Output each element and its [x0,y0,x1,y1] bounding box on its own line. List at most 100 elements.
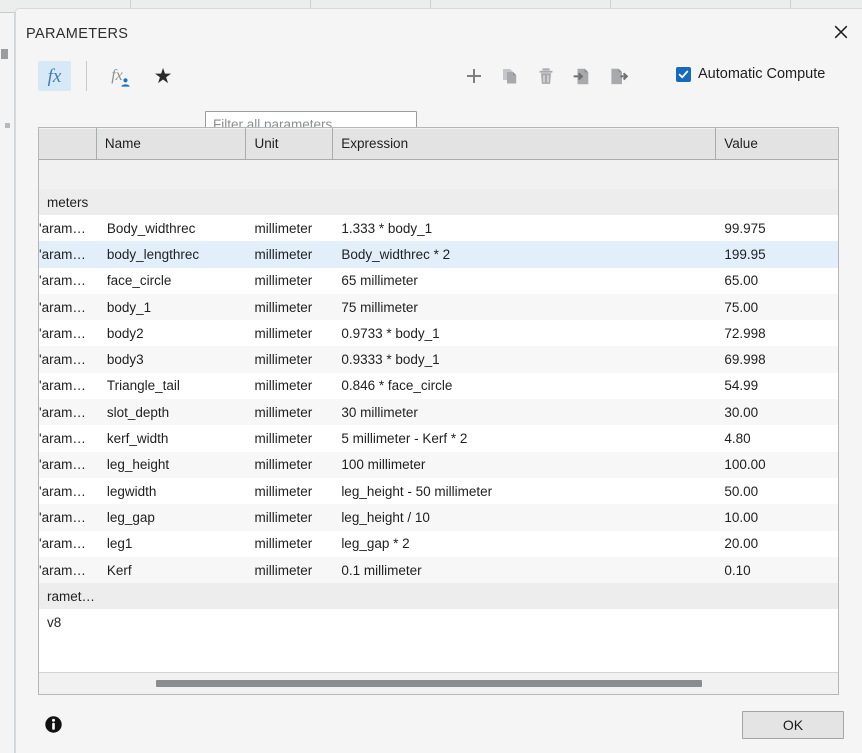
automatic-compute-label: Automatic Compute [698,66,826,82]
row-handle[interactable]: 'aram… [39,241,97,267]
column-header-name[interactable]: Name [96,128,247,159]
cell-unit: millimeter [254,562,313,578]
table-row[interactable]: 'aram… leg_height millimeter 100 millimeter… [39,451,838,478]
cell-expression: 1.333 * body_1 [341,220,433,236]
row-handle[interactable]: 'aram… [39,320,97,346]
automatic-compute-checkbox[interactable] [676,66,691,82]
row-handle[interactable]: 'aram… [39,346,97,372]
fx-icon[interactable]: fx [38,61,71,91]
table-row[interactable]: 'aram… kerf_width millimeter 5 millimeter -… [39,425,838,452]
cell-expression: leg_gap * 2 [341,536,410,552]
ok-button[interactable]: OK [742,711,844,739]
cell-value: 54.99 [724,378,759,394]
row-handle[interactable]: 'aram… [39,215,97,241]
cell-expression: 0.9733 * body_1 [341,325,440,341]
export-icon[interactable] [603,61,633,91]
row-handle[interactable]: 'aram… [39,425,97,451]
cell-unit: millimeter [254,378,313,394]
user-parameter-icon[interactable]: fx [104,62,134,90]
cell-value: 100.00 [724,457,766,473]
cell-unit: millimeter [254,325,313,341]
cell-unit: millimeter [254,483,313,499]
cell-name: Body_widthrec [106,220,196,236]
cell-unit: millimeter [254,273,313,289]
cell-expression: 30 millimeter [341,404,418,420]
cell-expression: 65 millimeter [341,273,418,289]
import-icon[interactable] [567,61,597,91]
column-header-unit[interactable]: Unit [246,128,334,159]
close-icon[interactable] [826,17,856,47]
table-row[interactable]: 'aram… body2 millimeter 0.9733 * body_1 72.9… [39,320,838,347]
star-icon[interactable]: ★ [148,61,178,91]
cell-value: 30.00 [724,404,759,420]
row-handle[interactable]: 'aram… [39,557,97,583]
cell-expression: 0.1 millimeter [341,562,422,578]
cell-value: 20.00 [724,536,759,552]
rail-marker [1,49,8,59]
cell-name: face_circle [106,273,172,289]
table-group-row-trailing[interactable]: ramet… [39,583,838,610]
page-title: PARAMETERS [26,26,129,42]
cell-name: body3 [106,352,144,368]
info-icon[interactable] [42,713,64,735]
table-row[interactable]: 'aram… body3 millimeter 0.9333 * body_1 69.9… [39,346,838,373]
table-row[interactable]: 'aram… Triangle_tail millimeter 0.846 * fac… [39,372,838,400]
cell-name: Kerf [106,562,132,578]
row-handle[interactable]: 'aram… [39,294,97,320]
cell-value: 199.95 [724,246,766,262]
copy-icon[interactable] [495,61,525,91]
cell-name: body2 [106,325,144,341]
table-body: meters'aram… Body_widthrec millimeter 1.333… [39,160,838,680]
column-header-value[interactable]: Value [716,128,838,159]
row-handle[interactable]: 'aram… [39,504,97,530]
table-group-row[interactable]: meters [39,189,838,215]
check-icon [678,70,689,78]
row-handle[interactable]: 'aram… [39,531,97,557]
column-header-expression[interactable]: Expression [333,128,717,159]
cell-unit: millimeter [254,457,313,473]
cell-expression: Body_widthrec * 2 [341,246,451,262]
cell-name: leg_gap [106,509,155,525]
cell-expression: 100 millimeter [341,457,426,473]
horizontal-scrollbar[interactable] [39,672,838,694]
cell-unit: millimeter [254,352,313,368]
table-row[interactable]: 'aram… body_lengthrec millimeter Body_width… [39,241,838,268]
cell-value: 72.998 [724,325,766,341]
table-row[interactable]: 'aram… Kerf millimeter 0.1 millimeter 0.10 [39,556,838,584]
table-row[interactable]: 'aram… slot_depth millimeter 30 millimeter 3… [39,399,838,426]
trash-icon[interactable] [531,61,561,91]
cell-name: slot_depth [106,404,170,420]
dialog-titlebar: PARAMETERS [16,9,862,52]
cell-expression: 5 millimeter - Kerf * 2 [341,431,468,447]
table-row[interactable]: 'aram… Body_widthrec millimeter 1.333 * bod… [39,215,838,242]
cell-unit: millimeter [254,536,313,552]
row-handle[interactable]: 'aram… [39,452,97,478]
table-row[interactable]: 'aram… body_1 millimeter 75 millimeter 75.00 [39,293,838,321]
cell-name: leg_height [106,457,170,473]
cell-value: 69.998 [724,352,766,368]
table-row[interactable]: 'aram… legwidth millimeter leg_height - 50 … [39,477,838,505]
cell-expression: leg_height - 50 millimeter [341,483,493,499]
automatic-compute-toggle[interactable]: Automatic Compute [676,66,825,82]
cell-expression: 75 millimeter [341,299,418,315]
cell-unit: millimeter [254,431,313,447]
cell-unit: millimeter [254,299,313,315]
cell-name: kerf_width [106,431,169,447]
row-handle[interactable]: 'aram… [39,399,97,425]
table-spacer-row [39,160,838,189]
table-row-trailing[interactable]: v8 [39,609,838,636]
horizontal-scrollbar-thumb[interactable] [156,680,702,687]
row-handle[interactable]: 'aram… [39,268,97,294]
toolbar-divider [86,61,87,91]
table-row[interactable]: 'aram… face_circle millimeter 65 millimeter… [39,267,838,294]
parameters-table: Name Unit Expression Value meters'aram… B… [38,127,839,695]
fx-icon-label: fx [47,65,62,87]
rail-marker [5,123,10,128]
table-row[interactable]: 'aram… leg1 millimeter leg_gap * 2 20.00 [39,530,838,557]
row-handle[interactable]: 'aram… [39,373,97,399]
cell-name: legwidth [106,483,157,499]
table-row[interactable]: 'aram… leg_gap millimeter leg_height / 10 10… [39,504,838,531]
column-header-handle[interactable] [39,128,97,159]
plus-icon[interactable] [459,61,489,91]
row-handle[interactable]: 'aram… [39,478,97,504]
